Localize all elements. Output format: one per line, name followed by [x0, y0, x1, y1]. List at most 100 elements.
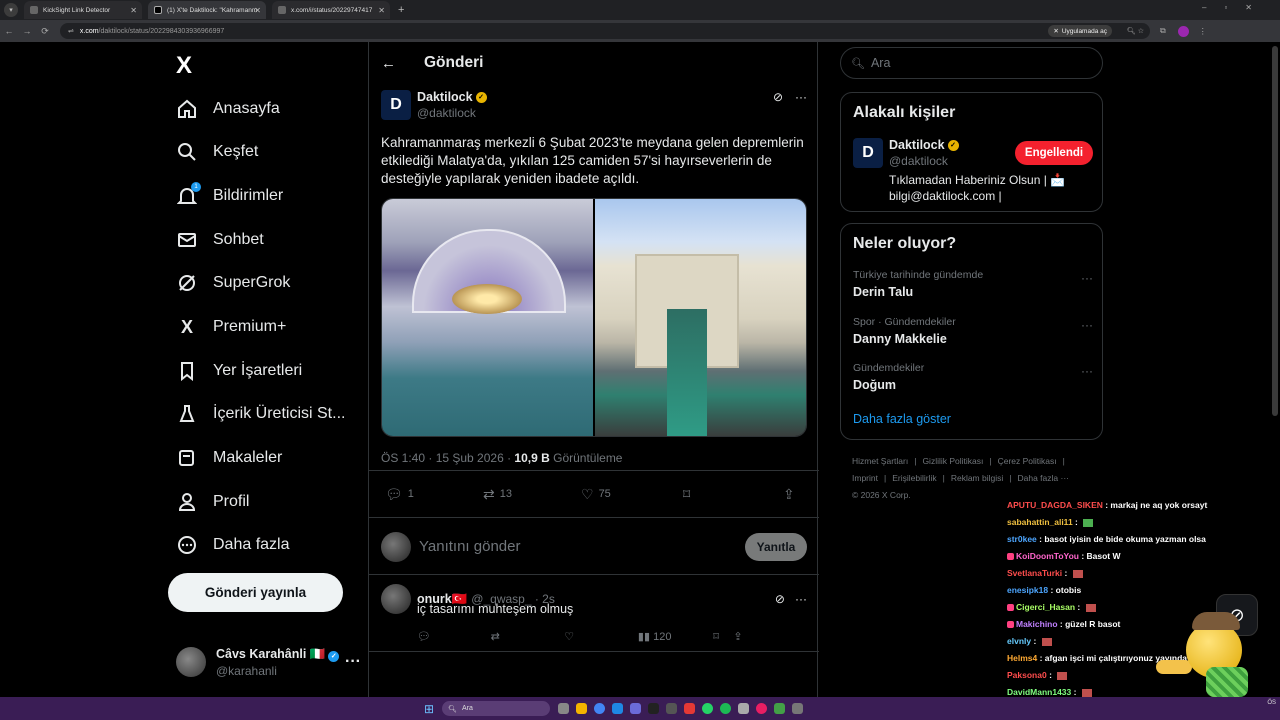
new-tab-button[interactable]: +	[398, 4, 404, 16]
chat-username[interactable]: str0kee	[1007, 534, 1037, 544]
related-person[interactable]: D Daktilock ✓ @daktilock Engellendi Tıkla…	[853, 138, 1093, 204]
chat-username[interactable]: Makichino	[1016, 619, 1058, 629]
footer-link[interactable]: Gizlilik Politikası	[922, 456, 983, 466]
avatar[interactable]	[381, 584, 411, 614]
footer-link[interactable]: Hizmet Şartları	[852, 456, 908, 466]
nav-item-home[interactable]: Anasayfa	[176, 94, 280, 124]
edge-icon[interactable]	[612, 703, 624, 714]
file-explorer-icon[interactable]	[576, 703, 588, 714]
close-icon[interactable]: ✕	[254, 6, 261, 15]
chat-username[interactable]: KoiDoomToYou	[1016, 551, 1079, 561]
chat-username[interactable]: APUTU_DAGDA_SIKEN	[1007, 500, 1103, 510]
chat-username[interactable]: Paksona0	[1007, 670, 1047, 680]
tweet-handle[interactable]: @daktilock	[417, 106, 487, 120]
chat-username[interactable]: DavidMann1433	[1007, 687, 1071, 697]
heart-icon[interactable]: ♡	[564, 630, 638, 643]
zoom-star-icons[interactable]: 🔍︎ ☆	[1127, 27, 1144, 35]
account-switcher[interactable]: Câvs Karahânli 🇮🇹 ✓ @karahanli ···	[176, 642, 361, 682]
app-icon[interactable]	[792, 703, 804, 714]
more-dots-icon[interactable]: ···	[345, 653, 361, 671]
close-icon[interactable]: ✕	[130, 6, 137, 15]
discord-icon[interactable]	[630, 703, 642, 714]
reply-tweet[interactable]: onurk🇹🇷 @_qwasp_ · 2s ⊘ ··· iç tasarımı …	[369, 576, 819, 652]
tweet-author[interactable]: Daktilock	[417, 90, 473, 104]
views-button[interactable]: ▮▮ 120	[638, 630, 713, 643]
media-image-interior[interactable]	[382, 199, 593, 436]
taskview-icon[interactable]	[558, 703, 570, 714]
post-button[interactable]: Gönderi yayınla	[168, 573, 343, 612]
footer-link[interactable]: Reklam bilgisi	[951, 473, 1003, 483]
x-logo-icon[interactable]: X	[176, 52, 192, 80]
forward-icon[interactable]: →	[18, 26, 36, 36]
footer-link[interactable]: Daha fazla ···	[1017, 473, 1069, 483]
blocked-button[interactable]: Engellendi	[1015, 141, 1093, 165]
spotify-icon[interactable]	[720, 703, 732, 714]
show-more-link[interactable]: Daha fazla göster	[853, 412, 951, 426]
reply-icon[interactable]: 💬︎	[417, 630, 491, 643]
browser-tab[interactable]: KickSight Link Detector ✕	[24, 1, 142, 19]
app-icon[interactable]	[666, 703, 678, 714]
nav-item-more[interactable]: Daha fazla	[176, 530, 290, 560]
chat-username[interactable]: Helms4	[1007, 653, 1037, 663]
tab-menu-button[interactable]: ▾	[4, 3, 18, 17]
footer-link[interactable]: Imprint	[852, 473, 878, 483]
window-controls[interactable]: –▫✕	[1202, 3, 1270, 12]
share-icon[interactable]: ⇪	[733, 630, 807, 643]
taskbar-search[interactable]: 🔍︎ Ara	[442, 701, 551, 716]
repost-icon[interactable]: ⇄	[491, 630, 565, 643]
app-icon[interactable]	[774, 703, 786, 714]
back-icon[interactable]: ←	[0, 26, 18, 36]
back-arrow-icon[interactable]: ←	[381, 55, 396, 72]
menu-icon[interactable]: ⋮	[1199, 27, 1219, 36]
bookmark-icon[interactable]: ⌑	[713, 630, 733, 643]
repost-button[interactable]: ⇄ 13	[483, 486, 581, 503]
whatsapp-icon[interactable]	[702, 703, 714, 714]
close-icon[interactable]: ✕	[378, 6, 385, 15]
tiktok-icon[interactable]	[648, 703, 660, 714]
nav-item-creator-studio[interactable]: İçerik Üreticisi St...	[176, 399, 345, 429]
nav-item-supergrok[interactable]: SuperGrok	[176, 268, 290, 298]
trend-item[interactable]: Gündemdekiler Doğum ···	[853, 362, 1093, 392]
chat-username[interactable]: Cigerci_Hasan	[1016, 602, 1075, 612]
nav-item-articles[interactable]: Makaleler	[176, 443, 282, 473]
nav-item-bookmarks[interactable]: Yer İşaretleri	[176, 356, 302, 386]
reply-submit-button[interactable]: Yanıtla	[745, 532, 807, 561]
open-in-app-chip[interactable]: ✕ Uygulamada aç	[1048, 25, 1112, 37]
avatar[interactable]: D	[381, 90, 411, 120]
extensions-icon[interactable]: ⧉	[1160, 26, 1178, 36]
chrome-icon[interactable]	[594, 703, 606, 714]
windows-start-icon[interactable]: ⊞	[424, 702, 434, 716]
media-image-exterior[interactable]	[595, 199, 806, 436]
tweet-time[interactable]: ÖS 1:40 · 15 Şub 2026 ·	[381, 451, 514, 465]
app-icon[interactable]	[738, 703, 750, 714]
tweet-media[interactable]	[381, 198, 807, 437]
app-icon[interactable]	[684, 703, 696, 714]
more-dots-icon[interactable]: ···	[1081, 318, 1093, 332]
share-button[interactable]: ⇪	[783, 486, 800, 503]
chat-username[interactable]: sabahattin_ali11	[1007, 517, 1073, 527]
footer-link[interactable]: Çerez Politikası	[998, 456, 1057, 466]
nav-item-notifications[interactable]: 1 Bildirimler	[176, 181, 283, 211]
bookmark-button[interactable]: ⌑	[683, 486, 783, 503]
nav-item-profile[interactable]: Profil	[176, 487, 249, 517]
trend-item[interactable]: Türkiye tarihinde gündemde Derin Talu ···	[853, 269, 1093, 299]
system-tray[interactable]: ÖS	[1267, 699, 1276, 707]
more-dots-icon[interactable]: ···	[1081, 364, 1093, 378]
browser-tab[interactable]: x.com/i/status/20229747417 ✕	[272, 1, 390, 19]
search-input[interactable]: 🔍︎ Ara	[840, 47, 1103, 79]
nav-item-chat[interactable]: Sohbet	[176, 225, 264, 255]
grok-icon[interactable]: ⊘	[775, 592, 785, 606]
profile-avatar[interactable]	[1177, 25, 1189, 37]
browser-tab-active[interactable]: (1) X'te Daktilock: "Kahramanm ✕	[148, 1, 266, 19]
grok-icon[interactable]: ⊘	[773, 90, 783, 104]
reply-input[interactable]: Yanıtını gönder	[419, 538, 520, 555]
app-icon[interactable]	[756, 703, 768, 714]
page-scrollbar[interactable]	[1272, 46, 1278, 416]
more-dots-icon[interactable]: ···	[795, 90, 807, 104]
footer-link[interactable]: Erişilebilirlik	[892, 473, 936, 483]
person-name[interactable]: Daktilock	[889, 138, 945, 152]
person-handle[interactable]: @daktilock	[889, 154, 959, 168]
trend-item[interactable]: Spor · Gündemdekiler Danny Makkelie ···	[853, 316, 1093, 346]
reload-icon[interactable]: ⟳	[36, 26, 54, 37]
chat-username[interactable]: SvetlanaTurki	[1007, 568, 1062, 578]
